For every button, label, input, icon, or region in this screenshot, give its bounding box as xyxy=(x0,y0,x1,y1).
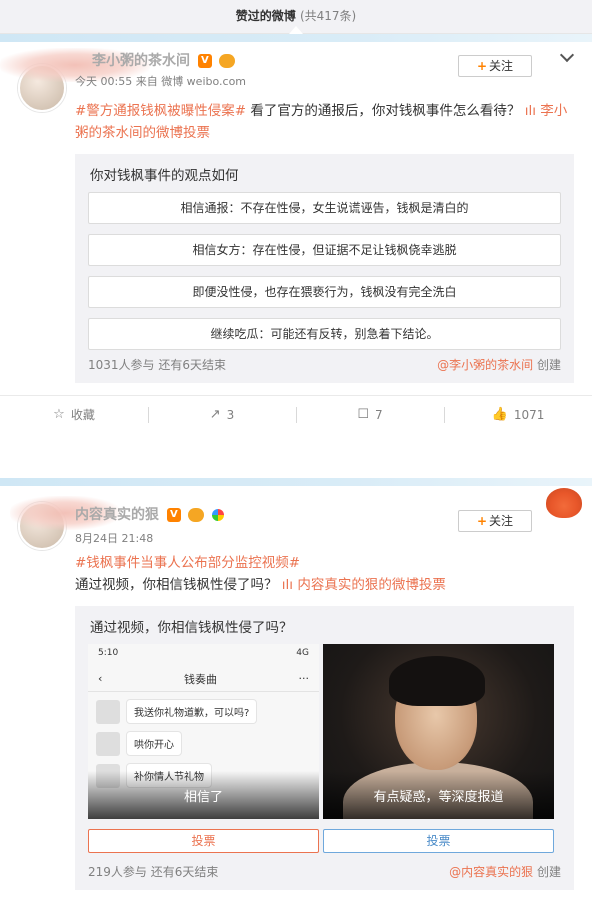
post-text: #钱枫事件当事人公布部分监控视频# 通过视频，你相信钱枫性侵了吗？ ılı 内容… xyxy=(0,552,592,596)
chevron-down-icon[interactable] xyxy=(559,47,575,63)
verified-icon: V xyxy=(166,508,181,522)
poll-image-option[interactable]: 5:10 4G ‹ 钱奏曲 ··· 我送你礼物道歉，可以吗? 哄你开心 补你情人… xyxy=(88,644,319,819)
favorite-button[interactable]: ☆ 收藏 xyxy=(0,396,148,433)
header-notch xyxy=(289,26,303,34)
repost-icon: ↗ xyxy=(209,407,221,422)
page-title: 赞过的微博 xyxy=(235,9,296,23)
chat-title: 钱奏曲 xyxy=(183,672,217,686)
action-bar: ☆ 收藏 ↗ 3 ☐ 7 👍 1071 xyxy=(0,395,592,433)
chat-avatar xyxy=(96,699,120,724)
page-header: 赞过的微博 (共417条) xyxy=(0,0,592,34)
plus-icon: + xyxy=(476,59,488,73)
rainbow-icon xyxy=(211,509,224,521)
comment-count: 7 xyxy=(375,407,383,422)
chat-nav-bar: ‹ 钱奏曲 ··· xyxy=(88,666,319,692)
comment-icon: ☐ xyxy=(357,407,369,422)
poll-option[interactable]: 继续吃瓜：可能还有反转，别急着下结论。 xyxy=(88,318,561,350)
poll-card: 你对钱枫事件的观点如何 相信通报：不存在性侵，女生说谎诬告，钱枫是清白的 相信女… xyxy=(75,154,574,383)
poll-link[interactable]: 内容真实的狠的微博投票 xyxy=(297,577,446,593)
repost-count: 3 xyxy=(226,407,235,422)
member-icon xyxy=(187,508,204,522)
poll-option[interactable]: 相信通报：不存在性侵，女生说谎诬告，钱枫是清白的 xyxy=(88,192,561,224)
nickname[interactable]: 李小粥的茶水间 V xyxy=(92,50,235,70)
follow-label: 关注 xyxy=(489,59,514,73)
thumbs-up-icon: 👍 xyxy=(491,407,508,422)
follow-button[interactable]: + 关注 xyxy=(458,55,532,77)
chat-bubble: 哄你开心 xyxy=(126,731,182,756)
poll-card: 通过视频，你相信钱枫性侵了吗？ 5:10 4G ‹ 钱奏曲 ··· 我送你礼物道… xyxy=(75,606,574,890)
portrait-hair xyxy=(389,656,485,706)
poll-creator-suffix: 创建 xyxy=(533,865,561,879)
topic-link[interactable]: #警方通报钱枫被曝性侵案# xyxy=(75,103,246,119)
repost-button[interactable]: ↗ 3 xyxy=(148,396,296,433)
poll-creator[interactable]: @内容真实的狠 创建 xyxy=(449,863,561,880)
favorite-label: 收藏 xyxy=(70,408,95,422)
weibo-post: 内容真实的狠 V 8月24日 21:48 + 关注 #钱枫事件当事人公布部分监控视… xyxy=(0,478,592,897)
vote-buttons: 投票 投票 xyxy=(88,829,561,853)
poll-image-caption: 相信了 xyxy=(88,771,319,819)
poll-option[interactable]: 即便没性侵，也存在猥亵行为，钱枫没有完全洗白 xyxy=(88,276,561,308)
weibo-post: 李小粥的茶水间 V 今天 00:55 来自 微博 weibo.com + 关注 #… xyxy=(0,34,592,478)
star-icon: ☆ xyxy=(53,407,65,422)
plus-icon: + xyxy=(476,514,488,528)
poll-creator-suffix: 创建 xyxy=(533,358,561,372)
like-count: 1071 xyxy=(513,407,545,422)
comment-button[interactable]: ☐ 7 xyxy=(296,396,444,433)
post-header: 内容真实的狠 V 8月24日 21:48 + 关注 xyxy=(0,486,592,550)
nickname-text[interactable]: 李小粥的茶水间 xyxy=(92,53,190,69)
image-poll-options: 5:10 4G ‹ 钱奏曲 ··· 我送你礼物道歉，可以吗? 哄你开心 补你情人… xyxy=(88,644,561,819)
like-button[interactable]: 👍 1071 xyxy=(444,396,592,433)
more-icon: ··· xyxy=(298,672,310,685)
poll-icon: ılı xyxy=(524,103,541,119)
post-body: 通过视频，你相信钱枫性侵了吗？ xyxy=(75,577,282,593)
poll-icon: ılı xyxy=(281,577,298,593)
poll-creator[interactable]: @李小粥的茶水间 创建 xyxy=(437,356,561,373)
phone-signal: 4G xyxy=(296,648,309,658)
follow-button[interactable]: + 关注 xyxy=(458,510,532,532)
chat-bubble: 我送你礼物道歉，可以吗? xyxy=(126,699,258,724)
poll-question: 通过视频，你相信钱枫性侵了吗？ xyxy=(90,620,293,636)
chat-message: 哄你开心 xyxy=(96,731,311,756)
phone-time: 5:10 xyxy=(98,648,119,658)
poll-stats: 1031人参与 还有6天结束 xyxy=(88,358,226,372)
card-top-stripe xyxy=(0,34,592,42)
topic-link[interactable]: #钱枫事件当事人公布部分监控视频# xyxy=(75,555,300,571)
chat-avatar xyxy=(96,731,120,756)
post-body: 看了官方的通报后，你对钱枫事件怎么看待？ xyxy=(246,103,525,119)
post-count: (共417条) xyxy=(299,9,357,23)
post-header: 李小粥的茶水间 V 今天 00:55 来自 微博 weibo.com + 关注 xyxy=(0,42,592,112)
post-meta: 8月24日 21:48 xyxy=(75,532,154,545)
poll-image-option[interactable]: 有点疑惑，等深度报道 xyxy=(323,644,554,819)
member-icon xyxy=(218,54,235,68)
poll-creator-name[interactable]: @李小粥的茶水间 xyxy=(437,358,533,372)
vote-button[interactable]: 投票 xyxy=(323,829,554,853)
poll-creator-name[interactable]: @内容真实的狠 xyxy=(449,865,533,879)
poll-option[interactable]: 相信女方：存在性侵，但证据不足让钱枫侥幸逃脱 xyxy=(88,234,561,266)
poll-question: 你对钱枫事件的观点如何 xyxy=(90,168,239,184)
back-icon: ‹ xyxy=(98,672,103,685)
hotpot-icon xyxy=(546,488,582,518)
vote-button[interactable]: 投票 xyxy=(88,829,319,853)
poll-image-caption: 有点疑惑，等深度报道 xyxy=(323,771,554,819)
card-top-stripe xyxy=(0,478,592,486)
post-meta: 今天 00:55 来自 微博 weibo.com xyxy=(75,75,247,88)
nickname[interactable]: 内容真实的狠 V xyxy=(75,504,224,524)
poll-stats: 219人参与 还有6天结束 xyxy=(88,865,219,879)
poll-footer: 1031人参与 还有6天结束 @李小粥的茶水间 创建 xyxy=(88,356,561,373)
nickname-text[interactable]: 内容真实的狠 xyxy=(75,507,159,523)
post-text: #警方通报钱枫被曝性侵案# 看了官方的通报后，你对钱枫事件怎么看待？ ılı 李… xyxy=(0,100,592,144)
follow-label: 关注 xyxy=(489,514,514,528)
phone-status-bar: 5:10 4G xyxy=(88,644,319,666)
poll-footer: 219人参与 还有6天结束 @内容真实的狠 创建 xyxy=(88,863,561,880)
verified-icon: V xyxy=(197,54,212,68)
chat-message: 我送你礼物道歉，可以吗? xyxy=(96,699,311,724)
